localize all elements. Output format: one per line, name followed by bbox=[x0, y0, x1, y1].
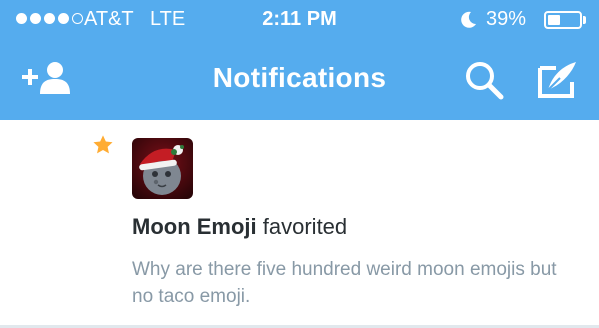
battery-fill bbox=[548, 15, 560, 25]
notification-summary: Moon Emoji favorited bbox=[132, 214, 347, 240]
top-bar: AT&T LTE 2:11 PM 39% Notifications bbox=[0, 0, 599, 120]
battery-tip bbox=[583, 16, 586, 24]
battery-icon bbox=[544, 11, 582, 29]
star-icon bbox=[93, 135, 113, 154]
do-not-disturb-moon-icon bbox=[461, 11, 476, 28]
status-bar: AT&T LTE 2:11 PM 39% bbox=[0, 0, 599, 40]
moon-avatar-image bbox=[132, 138, 193, 199]
compose-icon[interactable] bbox=[534, 58, 580, 100]
notification-action: favorited bbox=[256, 214, 348, 239]
battery-percent: 39% bbox=[486, 8, 527, 30]
search-icon[interactable] bbox=[462, 58, 506, 102]
tweet-text[interactable]: Why are there five hundred weird moon em… bbox=[132, 256, 572, 310]
user-name-link[interactable]: Moon Emoji bbox=[132, 214, 257, 239]
page-title: Notifications bbox=[212, 62, 387, 93]
avatar[interactable] bbox=[132, 138, 193, 199]
